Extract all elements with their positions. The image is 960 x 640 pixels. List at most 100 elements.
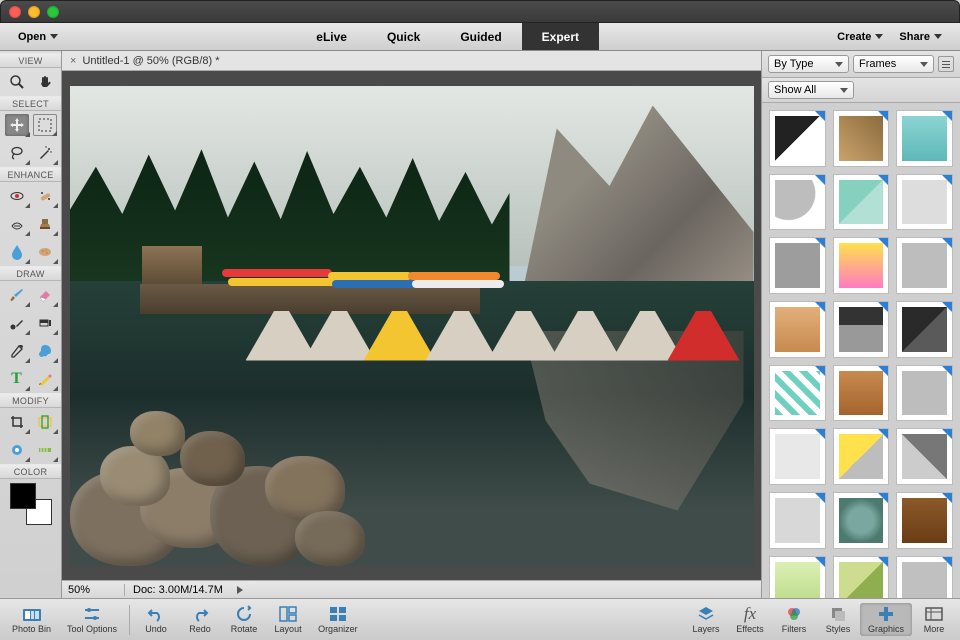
play-icon[interactable]: [237, 586, 243, 594]
close-tab-icon[interactable]: ×: [70, 55, 76, 67]
tool-options-button[interactable]: Tool Options: [59, 603, 125, 636]
button-label: Graphics: [868, 624, 904, 634]
filter-dropdown[interactable]: Show All: [768, 81, 854, 99]
filter-label: Show All: [774, 84, 816, 96]
sponge-tool[interactable]: [33, 241, 57, 263]
minimize-window-icon[interactable]: [28, 6, 40, 18]
frame-thumbnail[interactable]: [896, 556, 953, 598]
graphics-button[interactable]: Graphics: [860, 603, 912, 636]
cookie-cutter-tool[interactable]: [5, 439, 29, 461]
styles-button[interactable]: Styles: [816, 603, 860, 636]
sort-dropdown[interactable]: By Type: [768, 55, 849, 73]
zoom-tool[interactable]: [5, 71, 29, 93]
frame-thumbnail[interactable]: [896, 110, 953, 167]
document-tab[interactable]: × Untitled-1 @ 50% (RGB/8) *: [62, 51, 228, 70]
photobin-icon: [22, 605, 42, 623]
frame-thumbnail[interactable]: [769, 174, 826, 231]
frame-thumbnail[interactable]: [833, 301, 890, 358]
effects-button[interactable]: fxEffects: [728, 603, 772, 636]
share-menu[interactable]: Share: [893, 27, 948, 47]
styles-icon: [829, 605, 847, 623]
tool-header-modify: MODIFY: [0, 393, 61, 408]
redeye-tool[interactable]: [5, 185, 29, 207]
blur-tool[interactable]: [5, 241, 29, 263]
brush-tool[interactable]: [5, 284, 29, 306]
frame-thumbnail[interactable]: [896, 428, 953, 485]
undo-button[interactable]: Undo: [134, 603, 178, 636]
frame-thumbnail[interactable]: [769, 365, 826, 422]
category-dropdown[interactable]: Frames: [853, 55, 934, 73]
create-menu-label: Create: [837, 31, 871, 43]
frame-thumbnail[interactable]: [896, 174, 953, 231]
graphics-panel: By Type Frames Show All: [762, 51, 960, 598]
create-menu[interactable]: Create: [831, 27, 889, 47]
magic-wand-tool[interactable]: [33, 142, 57, 164]
rotate-button[interactable]: Rotate: [222, 603, 266, 636]
organizer-icon: [329, 605, 347, 623]
eyedropper-tool[interactable]: [5, 340, 29, 362]
frame-thumbnail[interactable]: [769, 237, 826, 294]
document-tabstrip: × Untitled-1 @ 50% (RGB/8) *: [62, 51, 761, 71]
color-swatches[interactable]: [10, 483, 52, 525]
frame-thumbnail[interactable]: [896, 301, 953, 358]
canvas-viewport[interactable]: [62, 71, 761, 580]
spot-heal-tool[interactable]: [33, 185, 57, 207]
tool-column: VIEW SELECT ENHANCE DRAW: [0, 51, 62, 598]
frame-thumbnail[interactable]: [833, 237, 890, 294]
pen-tool[interactable]: [33, 368, 57, 390]
frame-thumbnail[interactable]: [896, 237, 953, 294]
frame-thumbnail[interactable]: [769, 428, 826, 485]
frame-thumbnail[interactable]: [769, 492, 826, 549]
mode-tabs: eLiveQuickGuidedExpert: [296, 23, 599, 50]
mode-tab-expert[interactable]: Expert: [522, 23, 599, 50]
layout-button[interactable]: Layout: [266, 603, 310, 636]
straighten-tool[interactable]: [33, 439, 57, 461]
frame-thumbnail[interactable]: [833, 556, 890, 598]
frame-thumbnail[interactable]: [896, 365, 953, 422]
layers-button[interactable]: Layers: [684, 603, 728, 636]
recompose-tool[interactable]: [33, 411, 57, 433]
whiten-tool[interactable]: [5, 213, 29, 235]
open-menu[interactable]: Open: [12, 27, 64, 47]
lasso-tool[interactable]: [5, 142, 29, 164]
filters-button[interactable]: Filters: [772, 603, 816, 636]
marquee-tool[interactable]: [33, 114, 57, 136]
hand-tool[interactable]: [33, 71, 57, 93]
frame-thumbnail[interactable]: [833, 110, 890, 167]
redo-button[interactable]: Redo: [178, 603, 222, 636]
mode-tab-elive[interactable]: eLive: [296, 23, 367, 50]
text-tool[interactable]: T: [5, 368, 29, 390]
mode-tab-quick[interactable]: Quick: [367, 23, 440, 50]
frame-thumbnail[interactable]: [769, 110, 826, 167]
canvas[interactable]: [70, 86, 754, 566]
crop-tool[interactable]: [5, 411, 29, 433]
more-button[interactable]: More: [912, 603, 956, 636]
button-label: Redo: [189, 624, 211, 634]
frame-thumbnail[interactable]: [769, 301, 826, 358]
button-label: Filters: [782, 624, 807, 634]
paint-bucket-tool[interactable]: [33, 312, 57, 334]
frame-thumbnail[interactable]: [833, 428, 890, 485]
eraser-tool[interactable]: [33, 284, 57, 306]
move-tool[interactable]: [5, 114, 29, 136]
pencil-tool[interactable]: [5, 312, 29, 334]
clone-stamp-tool[interactable]: [33, 213, 57, 235]
foreground-color-swatch[interactable]: [10, 483, 36, 509]
panel-menu-icon[interactable]: [938, 56, 954, 72]
more-icon: [925, 605, 943, 623]
document-area: × Untitled-1 @ 50% (RGB/8) * 50% Doc: 3.…: [62, 51, 762, 598]
frame-thumbnail[interactable]: [833, 174, 890, 231]
frame-thumbnail[interactable]: [896, 492, 953, 549]
photo-bin-button[interactable]: Photo Bin: [4, 603, 59, 636]
frame-thumbnail[interactable]: [769, 556, 826, 598]
organizer-button[interactable]: Organizer: [310, 603, 366, 636]
close-window-icon[interactable]: [9, 6, 21, 18]
zoom-value[interactable]: 50%: [68, 584, 114, 596]
filters-icon: [785, 605, 803, 623]
frame-thumbnail[interactable]: [833, 492, 890, 549]
frame-thumbnail[interactable]: [833, 365, 890, 422]
bottom-toolbar: Photo BinTool Options Undo Redo RotateLayo…: [0, 598, 960, 640]
mode-tab-guided[interactable]: Guided: [440, 23, 521, 50]
fullscreen-window-icon[interactable]: [47, 6, 59, 18]
shape-tool[interactable]: [33, 340, 57, 362]
